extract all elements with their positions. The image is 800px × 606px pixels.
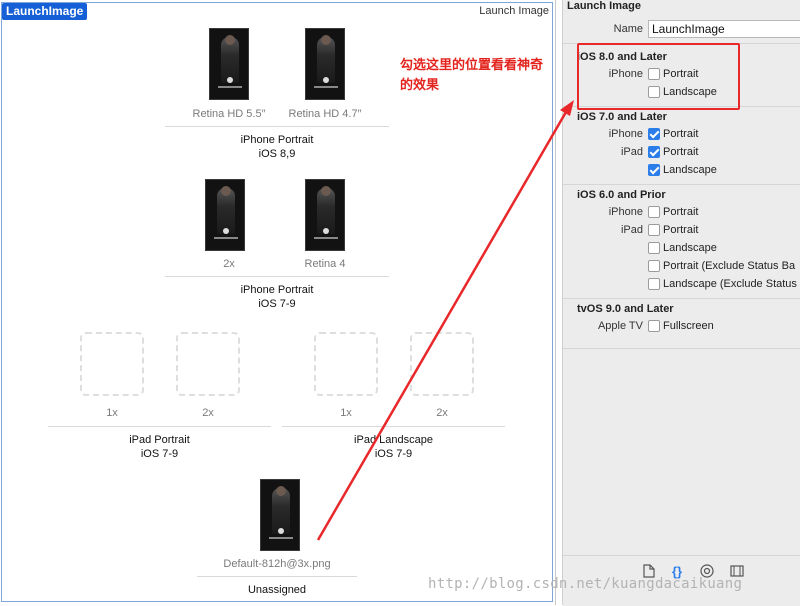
group-divider [48,426,271,427]
launch-image-slot-2x[interactable] [205,179,245,251]
ios7-ipad-landscape-checkbox[interactable] [648,164,660,176]
slot-label: 2x [436,407,448,419]
section-title-ios7: iOS 7.0 and Later [577,111,667,123]
empty-image-slot-ipad-landscape-1x[interactable] [314,332,378,396]
checkbox-label: Portrait [663,146,699,158]
slot-label: 2x [202,407,214,419]
group-title: iPhone Portrait [240,284,314,296]
launch-image-slot-unassigned[interactable] [260,479,300,551]
group-subtitle: iOS 7-9 [140,448,179,460]
section-divider [563,348,800,349]
inspector-header: Launch Image [567,0,641,12]
image-set-name-badge[interactable]: LaunchImage [2,3,88,20]
group-divider [165,126,389,127]
group-divider [197,576,357,577]
empty-image-slot-ipad-portrait-2x[interactable] [176,332,240,396]
section-divider [563,298,800,299]
checkbox-label: Landscape (Exclude Status [663,278,797,290]
image-set-type-label: Launch Image [479,5,549,17]
iphone-label: iPhone [608,128,643,140]
section-divider [563,184,800,185]
group-subtitle: iOS 8,9 [258,148,296,160]
group-divider [165,276,389,277]
name-label: Name [613,23,643,35]
slot-label: 1x [106,407,118,419]
checkbox-label: Portrait (Exclude Status Ba [663,260,796,272]
asset-canvas: LaunchImage Launch Image Retina HD 5.5″ … [0,0,556,605]
annotation-highlight-box [577,43,740,110]
launch-image-slot-retina-hd-47[interactable] [305,28,345,100]
group-divider [282,426,505,427]
unassigned-file-label: Default-812h@3x.png [223,558,331,570]
empty-image-slot-ipad-landscape-2x[interactable] [410,332,474,396]
group-subtitle: iOS 7-9 [258,298,296,310]
checkbox-label: Portrait [663,224,699,236]
group-subtitle: iOS 7-9 [374,448,413,460]
group-title: iPad Landscape [354,434,433,446]
group-title: iPad Portrait [129,434,190,446]
launch-image-slot-retina-4[interactable] [305,179,345,251]
ios6-ipad-portrait-checkbox[interactable] [648,224,660,236]
name-field[interactable]: LaunchImage [648,20,800,38]
ipad-label: iPad [620,146,643,158]
ios6-iphone-portrait-checkbox[interactable] [648,206,660,218]
apple-tv-label: Apple TV [597,320,643,332]
ios6-portrait-exclude-status-checkbox[interactable] [648,260,660,272]
group-title: iPhone Portrait [240,134,314,146]
tvos-fullscreen-checkbox[interactable] [648,320,660,332]
launch-image-slot-retina-hd-55[interactable] [209,28,249,100]
annotation-text: 勾选这里的位置看看神奇的效果 [400,57,544,92]
empty-image-slot-ipad-portrait-1x[interactable] [80,332,144,396]
slot-label: Retina 4 [304,258,346,270]
checkbox-label: Portrait [663,128,699,140]
ios7-ipad-portrait-checkbox[interactable] [648,146,660,158]
watermark-text: http://blog.csdn.net/kuangdacaikuang [428,576,743,592]
checkbox-label: Portrait [663,206,699,218]
checkbox-label: Landscape [663,242,717,254]
ipad-label: iPad [620,224,643,236]
ios6-ipad-landscape-checkbox[interactable] [648,242,660,254]
section-title-tvos: tvOS 9.0 and Later [577,303,674,315]
section-title-ios6: iOS 6.0 and Prior [577,189,666,201]
slot-label: 1x [340,407,352,419]
slot-label: Retina HD 4.7″ [288,108,362,120]
slot-label: Retina HD 5.5″ [192,108,266,120]
slot-label: 2x [223,258,235,270]
group-title: Unassigned [247,584,307,596]
iphone-label: iPhone [608,206,643,218]
ios6-landscape-exclude-status-checkbox[interactable] [648,278,660,290]
ios7-iphone-portrait-checkbox[interactable] [648,128,660,140]
checkbox-label: Fullscreen [663,320,714,332]
checkbox-label: Landscape [663,164,717,176]
